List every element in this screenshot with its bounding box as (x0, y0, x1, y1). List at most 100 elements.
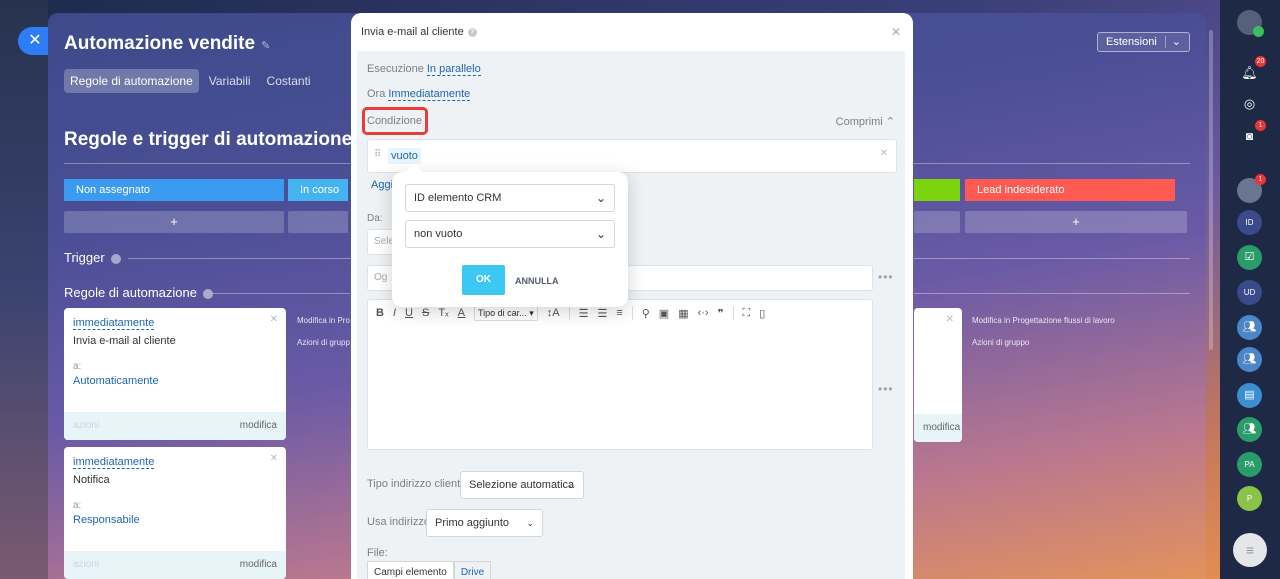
group-icon[interactable]: 👥︎ (1237, 347, 1262, 372)
help-icon[interactable] (110, 253, 121, 264)
rule-card-partial[interactable]: ✕ modifica (914, 308, 962, 442)
use-address-select[interactable]: Primo aggiunto ⌄ (426, 509, 543, 537)
field-select[interactable]: ID elemento CRM ⌄ (405, 184, 615, 212)
condition-label[interactable]: Condizione (367, 115, 422, 127)
tab-variables[interactable]: Variabili (203, 69, 257, 93)
contact-ud[interactable]: UD (1237, 280, 1262, 305)
modify-link[interactable]: modifica (240, 551, 277, 579)
close-icon[interactable]: ✕ (270, 314, 278, 325)
add-rule-button[interactable]: + (965, 211, 1187, 233)
address-type-label: Tipo indirizzo cliente: (367, 478, 470, 490)
ok-button[interactable]: OK (462, 265, 505, 295)
tab-constants[interactable]: Costanti (261, 69, 317, 93)
group-icon[interactable]: 👥︎ (1237, 417, 1262, 442)
modify-link[interactable]: modifica (923, 414, 960, 442)
stage-in-progress[interactable]: In corso (288, 179, 348, 201)
strikethrough-icon[interactable]: S (422, 307, 429, 319)
numbered-list-icon[interactable]: ☰ (579, 307, 589, 320)
close-icon[interactable]: ✕ (270, 453, 278, 464)
chevron-down-icon: ⌄ (526, 518, 534, 528)
bullet-list-icon[interactable]: ☰ (597, 307, 607, 320)
stage-not-assigned[interactable]: Non assegnato (64, 179, 284, 201)
operator-select[interactable]: non vuoto ⌄ (405, 220, 615, 248)
group-actions-link[interactable]: Azioni di gruppo (972, 338, 1029, 347)
modify-designer-link[interactable]: Modifica in Progettazione flussi di lavo… (972, 316, 1115, 325)
collapse-button[interactable]: Comprimi ⌃ (836, 115, 895, 128)
fullscreen-icon[interactable]: ⛶ (743, 307, 751, 320)
html-mode-icon[interactable]: ▯ (759, 307, 765, 320)
scrollbar[interactable] (1209, 30, 1213, 350)
tab-drive[interactable]: Drive (453, 561, 492, 579)
rule-card[interactable]: ✕ immediatamente Invia e-mail al cliente… (64, 308, 286, 440)
stage-success[interactable] (914, 179, 960, 201)
dialog-title: Invia e-mail al cliente (361, 26, 464, 38)
status-dot (1253, 26, 1264, 37)
rule-card[interactable]: ✕ immediatamente Notifica a: Responsabil… (64, 447, 286, 579)
execution-row: Esecuzione In parallelo (367, 63, 481, 76)
font-select[interactable]: Tipo di car... ▾ (474, 305, 538, 321)
contact-pa[interactable]: PA (1237, 452, 1262, 477)
execution-value[interactable]: In parallelo (426, 63, 481, 76)
underline-icon[interactable]: U (405, 307, 413, 319)
divider (631, 306, 633, 320)
add-rule-button[interactable] (914, 211, 960, 233)
time-value[interactable]: Immediatamente (388, 88, 471, 101)
close-icon[interactable]: ✕ (880, 148, 888, 159)
font-size-icon[interactable]: ↕A (547, 307, 560, 319)
align-icon[interactable]: ≡ (616, 307, 622, 319)
actions-link[interactable]: azioni (73, 412, 99, 440)
address-type-select[interactable]: Selezione automatica ⌄ (460, 471, 584, 499)
code-icon[interactable]: ‹·› (698, 307, 709, 319)
close-icon[interactable]: ✕ (946, 314, 954, 325)
table-icon[interactable]: ▦ (678, 307, 688, 320)
modify-link[interactable]: modifica (240, 412, 277, 440)
extensions-button[interactable]: Estensioni ⌄ (1097, 32, 1190, 52)
rule-timing[interactable]: immediatamente (73, 456, 155, 469)
more-icon[interactable]: ••• (878, 382, 894, 396)
menu-icon[interactable]: ≡ (1233, 533, 1267, 567)
condition-chip[interactable]: vuoto (388, 148, 421, 164)
drag-handle-icon[interactable]: ⠿ (374, 149, 382, 160)
rule-recipient: Automaticamente (73, 375, 159, 387)
time-row: Ora Immediatamente (367, 88, 471, 101)
group-icon[interactable]: 👥︎ (1237, 315, 1262, 340)
rule-timing[interactable]: immediatamente (73, 317, 155, 330)
chevron-down-icon: ⌄ (595, 227, 606, 241)
close-slider-button[interactable]: ✕ (18, 27, 50, 55)
stage-junk-lead[interactable]: Lead indesiderato (965, 179, 1175, 201)
font-color-icon[interactable]: A (458, 307, 465, 319)
close-icon[interactable]: ✕ (891, 25, 901, 39)
pencil-icon[interactable]: ✎ (261, 40, 270, 52)
add-rule-button[interactable] (288, 211, 348, 233)
add-condition-link[interactable]: Aggi (371, 179, 393, 191)
group-actions-link[interactable]: Azioni di grupp (297, 338, 350, 347)
bold-icon[interactable]: B (376, 307, 384, 319)
condition-field: ⠿ vuoto ✕ (367, 139, 897, 173)
image-icon[interactable]: ▣ (659, 307, 669, 320)
divider (568, 306, 570, 320)
chat-icon[interactable]: ◙ 1 (1237, 120, 1266, 149)
contact-id[interactable]: ID (1237, 210, 1262, 235)
quote-icon[interactable]: ❞ (718, 307, 724, 320)
italic-icon[interactable]: I (393, 307, 396, 319)
section-title: Regole e trigger di automazione (64, 129, 353, 150)
actions-link[interactable]: azioni (73, 551, 99, 579)
add-rule-button[interactable]: + (64, 211, 284, 233)
rule-footer: modifica (914, 414, 962, 442)
link-icon[interactable]: ⚲ (642, 307, 650, 320)
spiral-icon[interactable]: ◎ (1237, 91, 1262, 116)
tab-rules[interactable]: Regole di automazione (64, 69, 199, 93)
more-icon[interactable]: ••• (878, 270, 894, 284)
tab-element-fields[interactable]: Campi elemento (367, 561, 454, 579)
modify-designer-link[interactable]: Modifica in Pro (297, 316, 350, 325)
chat-bubble-icon[interactable]: ▤ (1237, 383, 1262, 408)
bell-icon[interactable]: 🔔︎ 20 (1237, 56, 1266, 85)
cancel-button[interactable]: ANNULLA (515, 276, 559, 286)
user-avatar[interactable] (1237, 10, 1264, 37)
help-icon[interactable]: ? (467, 27, 477, 37)
tasks-icon[interactable]: ☑ (1237, 245, 1262, 270)
contact-p[interactable]: P (1237, 486, 1262, 511)
clear-format-icon[interactable]: Tₓ (438, 307, 448, 319)
contact-avatar[interactable]: 1 (1237, 174, 1266, 203)
message-editor[interactable]: B I U S Tₓ A Tipo di car... ▾ ↕A ☰ ☰ ≡ ⚲… (367, 299, 873, 450)
